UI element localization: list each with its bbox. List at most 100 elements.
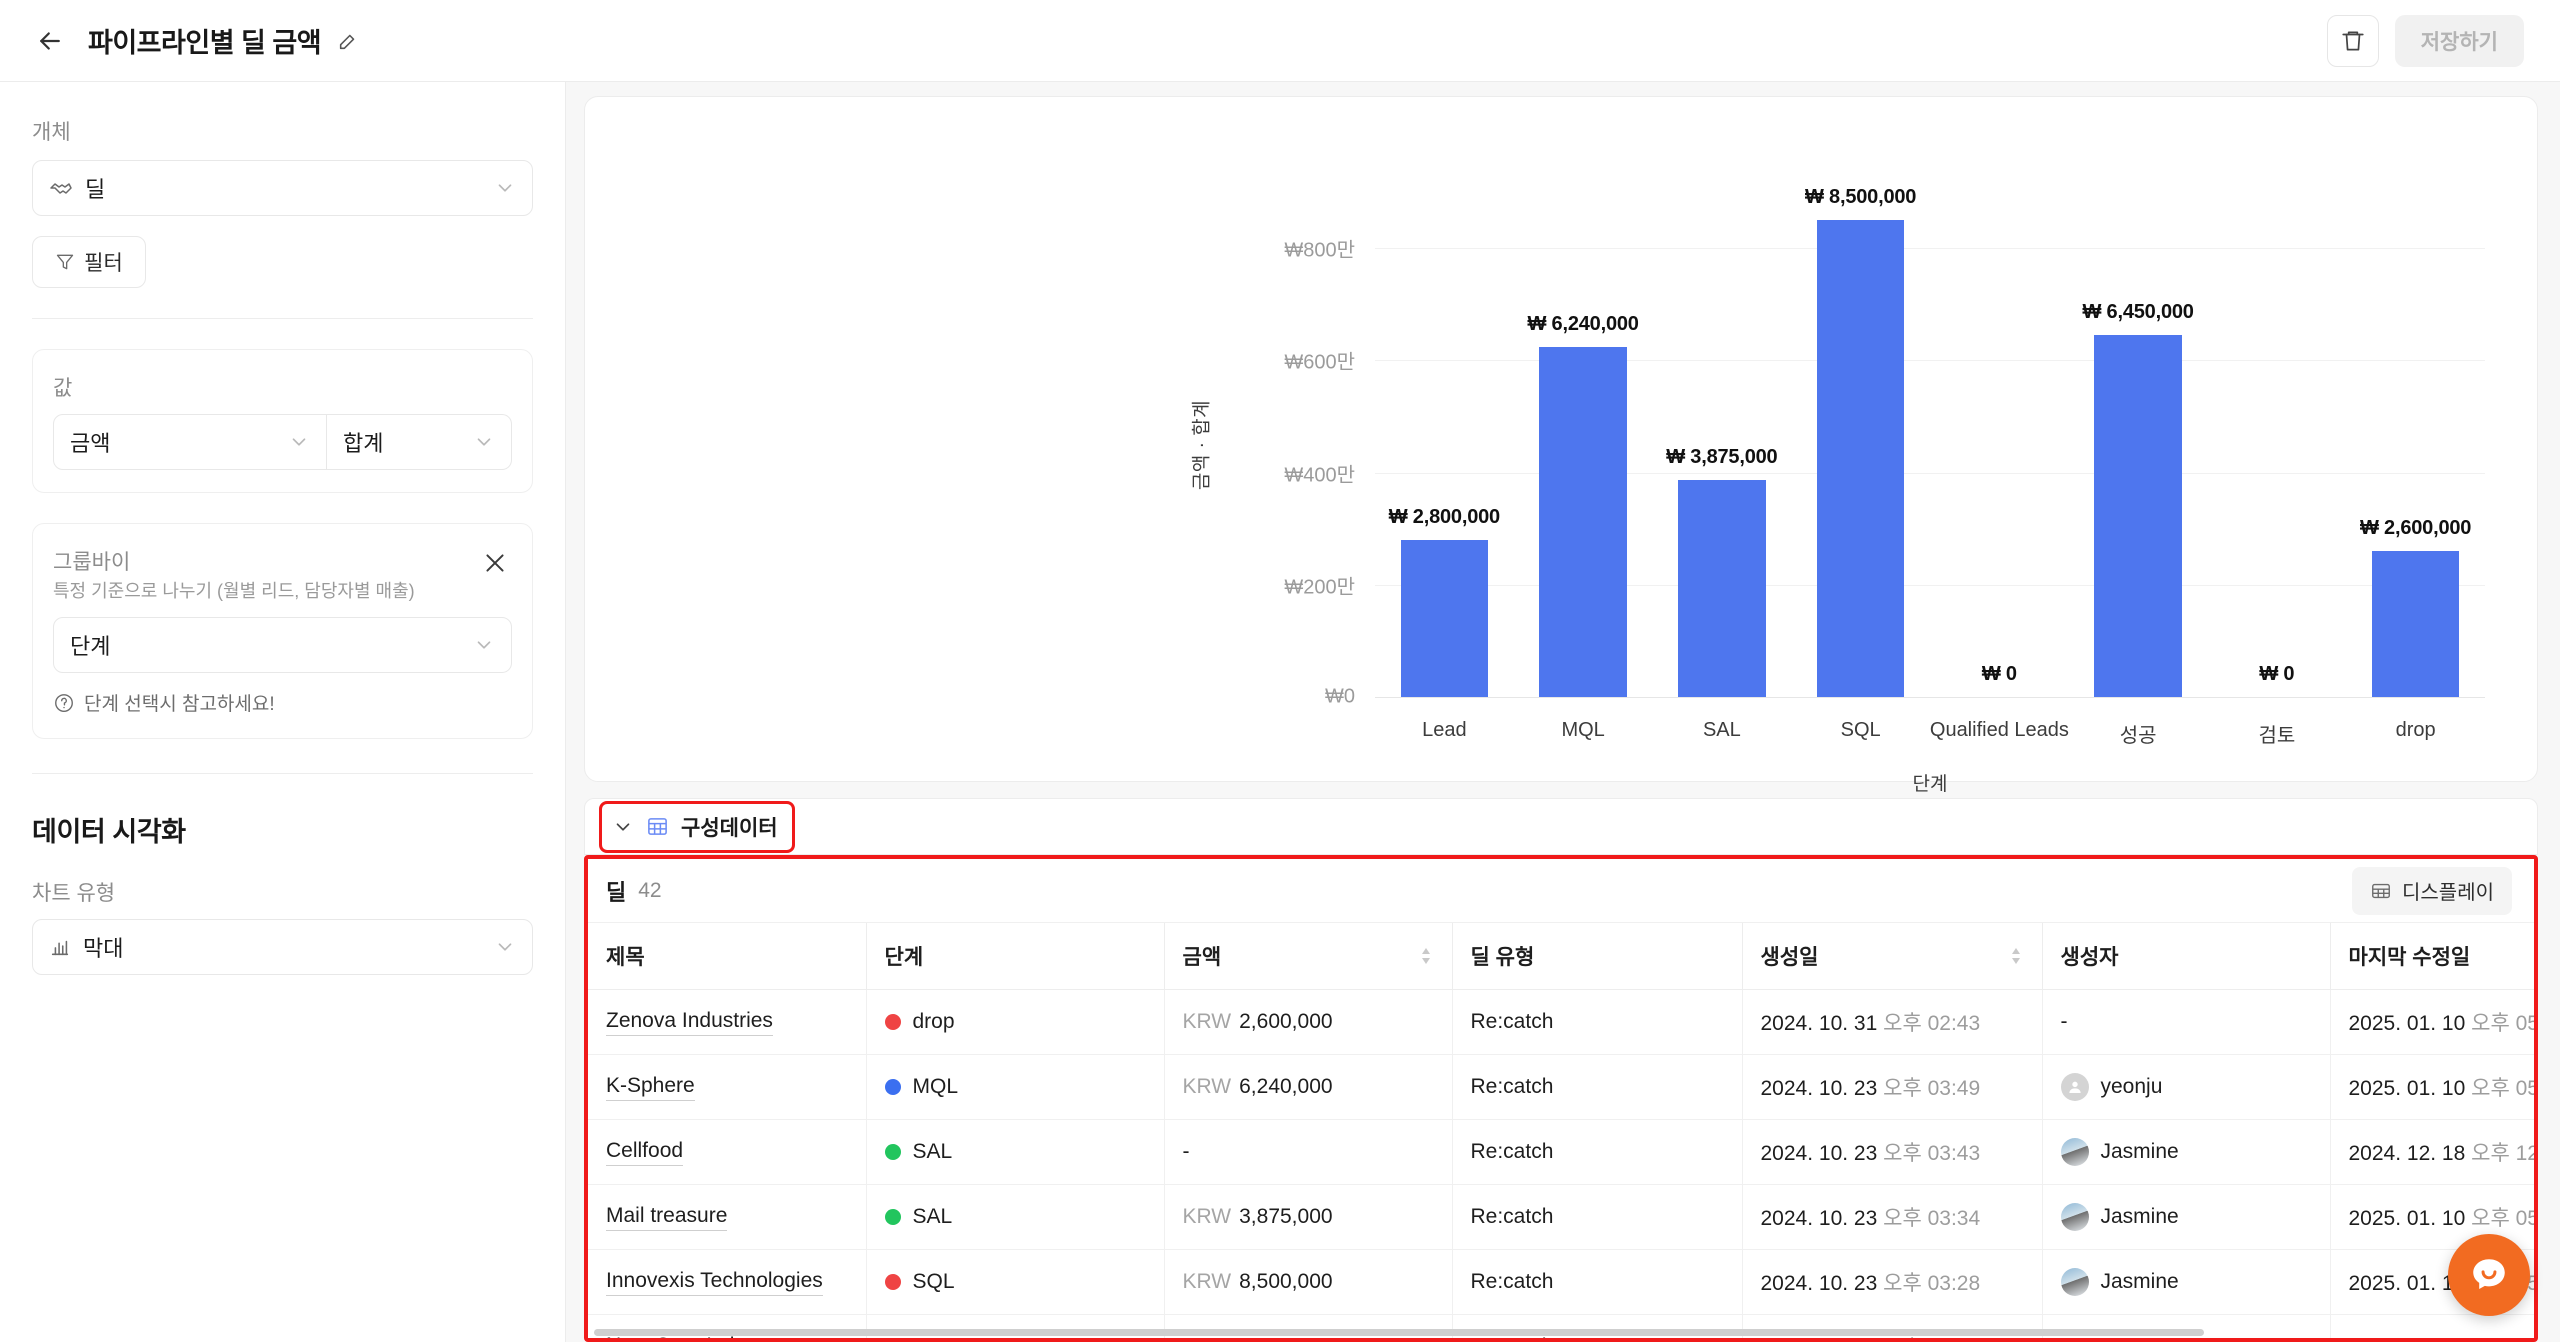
cell-stage: SAL xyxy=(866,1120,1164,1185)
sort-icon[interactable] xyxy=(1418,946,1434,966)
stage-label: SQL xyxy=(913,1335,955,1342)
record-link[interactable]: Mail treasure xyxy=(606,1204,727,1231)
value-row: 금액 합계 xyxy=(53,414,512,470)
x-axis-tick: 검토 xyxy=(2258,719,2295,748)
date-part: 2024. 10. 23 xyxy=(1761,1142,1878,1165)
column-header[interactable]: 딜 유형 xyxy=(1452,923,1742,990)
table-row[interactable]: CellfoodSAL-Re:catch2024. 10. 23 오후 03:4… xyxy=(588,1120,2538,1185)
record-link[interactable]: K-Sphere xyxy=(606,1074,695,1101)
x-axis-tick: 성공 xyxy=(2120,719,2157,748)
bar-value-label: ₩ 6,240,000 xyxy=(1528,313,1639,336)
value-aggregation-select[interactable]: 합계 xyxy=(327,414,512,470)
table-header-row: 제목 단계 금액딜 유형생성일생성자마지막 수정일 xyxy=(588,923,2538,990)
close-icon xyxy=(482,550,508,576)
avatar xyxy=(2061,1203,2089,1231)
cell-creator: Jasmine xyxy=(2042,1250,2330,1315)
bar[interactable] xyxy=(1817,220,1904,697)
record-link[interactable]: Cellfood xyxy=(606,1139,683,1166)
groupby-select[interactable]: 단계 xyxy=(53,617,512,673)
date-part: 2025. 01. 10 xyxy=(2349,1012,2466,1035)
column-header[interactable]: 단계 xyxy=(866,923,1164,990)
avatar xyxy=(2061,1073,2089,1101)
object-value: 딜 xyxy=(85,172,105,204)
date-part: 2025. 01. 10 xyxy=(2349,1207,2466,1230)
stage-dot xyxy=(885,1274,901,1290)
time-part: 오후 05:08 xyxy=(2471,1077,2538,1100)
column-header[interactable]: 생성일 xyxy=(1742,923,2042,990)
cell-title[interactable]: K-Sphere xyxy=(588,1055,866,1120)
pencil-icon[interactable] xyxy=(337,30,359,52)
sort-icon[interactable] xyxy=(2008,946,2024,966)
body: 개체 딜 필터 값 xyxy=(0,82,2560,1342)
bar[interactable] xyxy=(2094,335,2181,697)
back-button[interactable] xyxy=(28,19,72,63)
save-button[interactable]: 저장하기 xyxy=(2395,15,2524,67)
bar-chart-icon xyxy=(49,936,71,958)
chevron-down-icon xyxy=(473,634,495,656)
bar-value-label: ₩ 0 xyxy=(2259,663,2294,686)
cell-title[interactable]: Cellfood xyxy=(588,1120,866,1185)
bar-value-label: ₩ 2,800,000 xyxy=(1389,506,1500,529)
bar[interactable] xyxy=(1539,347,1626,697)
bar-value-label: ₩ 3,875,000 xyxy=(1666,446,1777,469)
bar[interactable] xyxy=(1401,540,1488,697)
avatar xyxy=(2061,1138,2089,1166)
stage-label: SAL xyxy=(913,1205,953,1229)
table-grid-icon xyxy=(646,815,669,838)
cell-deal-type: Re:catch xyxy=(1452,1120,1742,1185)
data-table-container: 딜 42 디스플레이 xyxy=(584,855,2538,1342)
stage-dot xyxy=(885,1209,901,1225)
bar[interactable] xyxy=(1678,480,1765,697)
y-axis-tick: ₩0 xyxy=(1235,686,1355,709)
value-field-select[interactable]: 금액 xyxy=(53,414,327,470)
creator-name: yeonju xyxy=(2101,1075,2163,1099)
chart-type-value: 막대 xyxy=(83,931,123,963)
table-row[interactable]: Zenova IndustriesdropKRW2,600,000Re:catc… xyxy=(588,990,2538,1055)
cell-title[interactable]: Innovexis Technologies xyxy=(588,1250,866,1315)
table-row[interactable]: K-SphereMQLKRW6,240,000Re:catch2024. 10.… xyxy=(588,1055,2538,1120)
table-row[interactable]: Innovexis TechnologiesSQLKRW8,500,000Re:… xyxy=(588,1250,2538,1315)
x-axis-tick: drop xyxy=(2396,719,2436,742)
cell-title[interactable]: Mail treasure xyxy=(588,1185,866,1250)
column-header[interactable]: 제목 xyxy=(588,923,866,990)
cell-amount: KRW2,600,000 xyxy=(1164,990,1452,1055)
cell-title[interactable]: Zenova Industries xyxy=(588,990,866,1055)
groupby-card: 그룹바이 특정 기준으로 나누기 (월별 리드, 담당자별 매출) 단계 xyxy=(32,523,533,739)
composition-data-toggle[interactable]: 구성데이터 xyxy=(599,801,795,853)
chevron-down-icon xyxy=(494,177,516,199)
amount-value: 6,240,000 xyxy=(1239,1075,1332,1098)
axis-baseline xyxy=(1375,697,2485,698)
filter-button[interactable]: 필터 xyxy=(32,236,146,288)
x-axis-tick: Lead xyxy=(1422,719,1467,742)
currency-code: KRW xyxy=(1183,1010,1232,1033)
column-header[interactable]: 금액 xyxy=(1164,923,1452,990)
object-select[interactable]: 딜 xyxy=(32,160,533,216)
horizontal-scrollbar[interactable] xyxy=(594,1329,2204,1336)
chart-type-label: 차트 유형 xyxy=(32,877,533,907)
record-link[interactable]: Innovexis Technologies xyxy=(606,1269,823,1296)
cell-deal-type: Re:catch xyxy=(1452,1250,1742,1315)
config-sidebar: 개체 딜 필터 값 xyxy=(0,82,566,1342)
chat-widget-button[interactable] xyxy=(2448,1234,2530,1316)
column-header[interactable]: 생성자 xyxy=(2042,923,2330,990)
cell-creator: Jasmine xyxy=(2042,1185,2330,1250)
date-part: 2025. 01. 10 xyxy=(2349,1077,2466,1100)
table-row[interactable]: Mail treasureSALKRW3,875,000Re:catch2024… xyxy=(588,1185,2538,1250)
chart-type-select[interactable]: 막대 xyxy=(32,919,533,975)
column-header[interactable]: 마지막 수정일 xyxy=(2330,923,2538,990)
date-part: 2024. 10. 22 xyxy=(1761,1337,1878,1342)
cell-updated-date: 2024. 12. 18 오 xyxy=(2330,1315,2538,1342)
record-count: 42 xyxy=(638,879,661,903)
delete-button[interactable] xyxy=(2327,15,2379,67)
record-link[interactable]: Zenova Industries xyxy=(606,1009,773,1036)
stage-dot xyxy=(885,1014,901,1030)
display-button[interactable]: 디스플레이 xyxy=(2352,867,2512,915)
column-header-label: 단계 xyxy=(885,941,924,971)
stage-label: MQL xyxy=(913,1075,959,1099)
filter-label: 필터 xyxy=(84,247,123,277)
groupby-hint[interactable]: 단계 선택시 참고하세요! xyxy=(53,689,512,716)
stage-label: drop xyxy=(913,1010,955,1034)
bar[interactable] xyxy=(2372,551,2459,697)
date-part: 2024. 12. 18 xyxy=(2349,1142,2466,1165)
groupby-remove-button[interactable] xyxy=(478,546,512,580)
